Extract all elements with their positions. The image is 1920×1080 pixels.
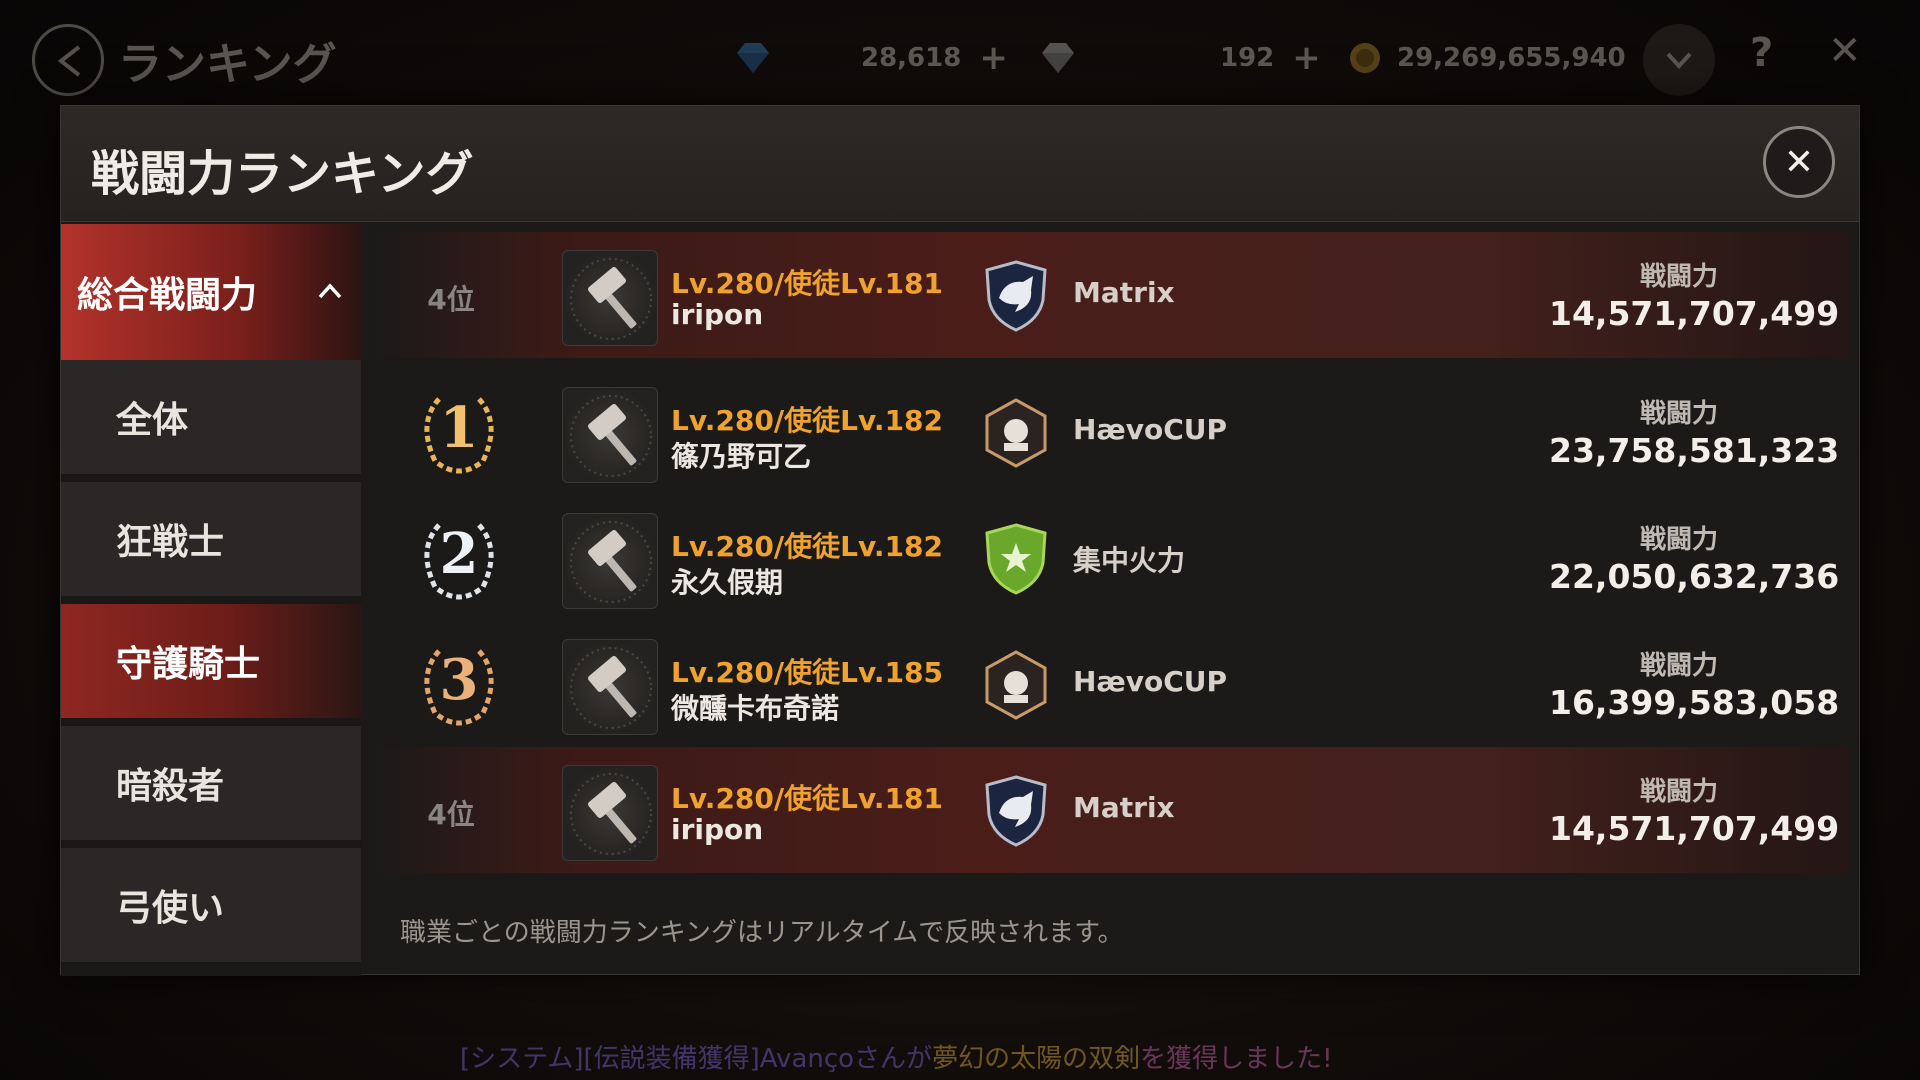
blue-gem-icon	[737, 43, 769, 73]
player-name: iripon	[671, 813, 764, 846]
player-name: 微醺卡布奇諾	[671, 692, 840, 725]
top-bar: ランキング 28,618 + 192 + 29,269,655,940 + ? …	[0, 0, 1920, 110]
page-title: ランキング	[118, 39, 337, 90]
my-rank-row[interactable]: 4位 Lv.280/使徒Lv.181 iripon Matrix 戦闘力 14,…	[379, 232, 1849, 358]
system-message-suffix: を獲得しました!	[1140, 1044, 1333, 1074]
modal-title: 戦闘力ランキング	[91, 146, 474, 202]
wolf-shield-emblem-icon	[985, 260, 1047, 332]
player-name: 篠乃野可乙	[671, 440, 812, 473]
hexagon-skull-emblem-icon	[985, 650, 1047, 720]
player-level: Lv.280/使徒Lv.181	[671, 267, 944, 300]
hexagon-skull-emblem-icon	[985, 398, 1047, 468]
silver-laurel-medal-icon: 2	[409, 513, 509, 603]
rank-row[interactable]: 1 Lv.280/使徒Lv.182 篠乃野可乙 HævoCUP 戦闘力 23,7…	[379, 369, 1849, 495]
gold-count: 29,269,655,940	[1397, 43, 1626, 73]
power-label: 戦闘力	[1639, 525, 1718, 555]
back-button[interactable]	[32, 24, 104, 96]
modal-header: 戦闘力ランキング ✕	[61, 106, 1859, 222]
guild-name: Matrix	[1073, 791, 1175, 824]
hammer-icon	[562, 765, 658, 861]
ranking-footnote: 職業ごとの戦闘力ランキングはリアルタイムで反映されます。	[400, 918, 1124, 948]
menu-dropdown-button[interactable]	[1643, 24, 1715, 96]
sidebar-main-label: 総合戦闘力	[77, 275, 258, 316]
power-label: 戦闘力	[1639, 399, 1718, 429]
exit-button[interactable]: ✕	[1828, 28, 1862, 74]
power-value: 14,571,707,499	[1549, 294, 1840, 333]
sidebar-item-all[interactable]: 全体	[61, 360, 361, 478]
green-shield-emblem-icon	[985, 523, 1047, 595]
guild-name: HævoCUP	[1073, 413, 1228, 446]
hammer-icon	[562, 250, 658, 346]
rank-row[interactable]: 3 Lv.280/使徒Lv.185 微醺卡布奇諾 HævoCUP 戦闘力 16,…	[379, 621, 1849, 747]
rank-label: 4位	[427, 798, 475, 831]
gold-laurel-medal-icon: 1	[409, 387, 509, 477]
crystal-icon	[1042, 43, 1074, 73]
rank-row[interactable]: 2 Lv.280/使徒Lv.182 永久假期 集中火力 戦闘力 22,050,6…	[379, 495, 1849, 621]
player-level: Lv.280/使徒Lv.182	[671, 530, 944, 563]
sidebar-item-archer[interactable]: 弓使い	[61, 848, 361, 966]
crystal-count: 192	[1220, 43, 1275, 73]
hammer-icon	[562, 513, 658, 609]
help-button[interactable]: ?	[1750, 30, 1773, 76]
player-level: Lv.280/使徒Lv.182	[671, 404, 944, 437]
power-value: 14,571,707,499	[1549, 809, 1840, 848]
bronze-laurel-medal-icon: 3	[409, 639, 509, 729]
sidebar-item-guardian-knight[interactable]: 守護騎士	[61, 604, 361, 722]
power-label: 戦闘力	[1639, 651, 1718, 681]
power-value: 16,399,583,058	[1549, 683, 1840, 722]
hammer-icon	[562, 639, 658, 735]
modal-close-button[interactable]: ✕	[1763, 126, 1835, 198]
system-message: [システム][伝説装備獲得]Avançoさんが夢幻の太陽の双剣を獲得しました!	[460, 1038, 1333, 1075]
chevron-down-icon	[1666, 52, 1692, 69]
system-message-item[interactable]: 夢幻の太陽の双剣	[932, 1044, 1140, 1074]
player-level: Lv.280/使徒Lv.181	[671, 782, 944, 815]
ranking-list: 4位 Lv.280/使徒Lv.181 iripon Matrix 戦闘力 14,…	[379, 224, 1849, 904]
gem-count: 28,618	[861, 43, 962, 73]
gold-currency: 29,269,655,940 +	[1345, 38, 1672, 78]
crystal-currency: 192 +	[1038, 38, 1321, 78]
power-label: 戦闘力	[1639, 777, 1718, 807]
my-rank-row[interactable]: 4位 Lv.280/使徒Lv.181 iripon Matrix 戦闘力 14,…	[379, 747, 1849, 873]
system-message-prefix: [システム][伝説装備獲得]Avançoさんが	[460, 1044, 933, 1074]
chevron-up-icon	[318, 283, 342, 299]
close-icon: ✕	[1783, 141, 1815, 183]
wolf-shield-emblem-icon	[985, 775, 1047, 847]
power-value: 23,758,581,323	[1549, 431, 1840, 470]
ranking-modal: 戦闘力ランキング ✕ 総合戦闘力 全体 狂戦士 守護騎士 暗殺者 弓使い 4位 …	[60, 105, 1860, 976]
rank-number: 1	[439, 395, 479, 461]
power-label: 戦闘力	[1639, 262, 1718, 292]
gem-currency: 28,618 +	[733, 38, 1008, 78]
guild-name: 集中火力	[1073, 544, 1186, 577]
guild-name: Matrix	[1073, 276, 1175, 309]
hammer-icon	[562, 387, 658, 483]
gold-coin-icon	[1350, 43, 1380, 73]
crystal-add-button[interactable]: +	[1292, 38, 1321, 78]
sidebar-item-assassin[interactable]: 暗殺者	[61, 726, 361, 844]
power-value: 22,050,632,736	[1549, 557, 1840, 596]
rank-number: 2	[439, 521, 479, 587]
rank-number: 3	[439, 647, 479, 713]
guild-name: HævoCUP	[1073, 665, 1228, 698]
sidebar-item-berserker[interactable]: 狂戦士	[61, 482, 361, 600]
back-arrow-icon	[57, 45, 81, 77]
category-sidebar: 総合戦闘力 全体 狂戦士 守護騎士 暗殺者 弓使い	[61, 224, 361, 976]
player-name: iripon	[671, 298, 764, 331]
player-level: Lv.280/使徒Lv.185	[671, 656, 944, 689]
sidebar-main-category[interactable]: 総合戦闘力	[61, 224, 361, 360]
rank-label: 4位	[427, 283, 475, 316]
gem-add-button[interactable]: +	[979, 38, 1008, 78]
player-name: 永久假期	[671, 566, 784, 599]
